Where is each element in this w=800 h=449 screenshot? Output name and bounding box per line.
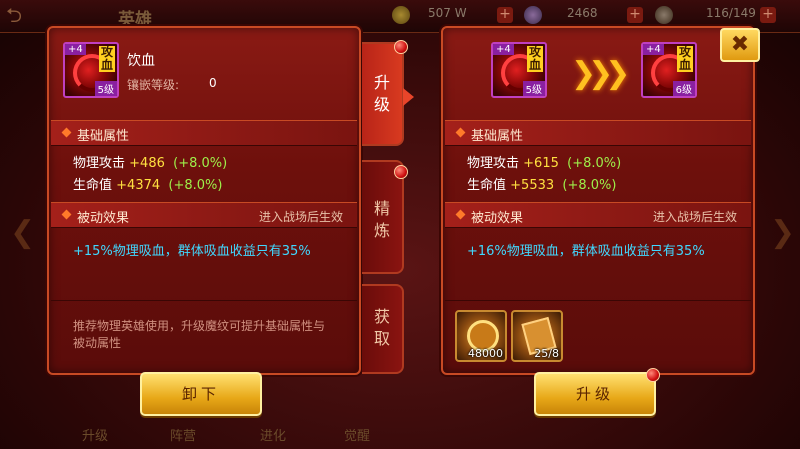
stat-value: +615 [523, 156, 559, 171]
diamond-bullet-icon [455, 209, 466, 220]
bottom-tabs: 升级 阵营 进化 觉醒 [60, 425, 400, 449]
bottom-tab[interactable]: 升级 [82, 425, 108, 444]
add-diamond-button[interactable]: + [627, 7, 643, 23]
rune-level: 5级 [522, 81, 545, 96]
rune-tag: 攻血 [677, 45, 693, 72]
rune-tag: 攻血 [99, 45, 115, 72]
stat-pct: (+8.0%) [567, 156, 622, 171]
upgrade-button[interactable]: 升级 [534, 372, 656, 416]
current-rune-panel: +4 攻血 5级 饮血 镶嵌等级: 0 基础属性 物理攻击 +486 (+8.0… [47, 26, 361, 375]
tab-label: 获取 [373, 307, 390, 348]
stat-value: +5533 [510, 178, 555, 193]
stat-row: 物理攻击 +486 (+8.0%) [73, 152, 227, 171]
rune-level: 5级 [94, 81, 117, 96]
material-qty: 25/8 [534, 347, 559, 360]
gold-coin-icon [392, 6, 410, 24]
tab-obtain[interactable]: 获取 [362, 284, 404, 374]
rune-icon: +4 攻血 5级 [63, 42, 119, 98]
gold-amount: 507 W [428, 6, 467, 20]
energy-amount: 116/149 [706, 6, 756, 20]
tab-upgrade[interactable]: 升级 [362, 42, 404, 146]
rune-tag: 攻血 [527, 45, 543, 72]
rune-plus: +4 [493, 44, 514, 55]
rune-plus: +4 [65, 44, 86, 55]
stat-row: 生命值 +5533 (+8.0%) [467, 174, 616, 193]
rune-level: 6级 [672, 81, 695, 96]
rune-from-icon: +4 攻血 5级 [491, 42, 547, 98]
passive-hint: 进入战场后生效 [258, 210, 343, 224]
active-tab-pointer-icon [403, 88, 414, 106]
passive-hint: 进入战场后生效 [652, 210, 737, 224]
stat-value: +4374 [116, 178, 161, 193]
diamond-icon [524, 6, 542, 24]
tab-label: 升级 [373, 73, 390, 114]
passive-effect-header: 被动效果 进入战场后生效 [445, 202, 751, 228]
notification-dot [394, 40, 408, 54]
stat-label: 物理攻击 [467, 156, 520, 171]
diamond-bullet-icon [455, 127, 466, 138]
stat-row: 物理攻击 +615 (+8.0%) [467, 152, 621, 171]
diamond-bullet-icon [61, 127, 72, 138]
section-title: 基础属性 [77, 129, 130, 144]
close-icon[interactable]: ✖ [720, 28, 760, 62]
stat-label: 物理攻击 [73, 156, 126, 171]
stat-value: +486 [129, 156, 165, 171]
stat-label: 生命值 [467, 178, 507, 193]
unequip-button[interactable]: 卸下 [140, 372, 262, 416]
rune-plus: +4 [643, 44, 664, 55]
upgrade-arrow-icon: ❯❯❯ [571, 56, 630, 91]
passive-effect-text: +16%物理吸血，群体吸血收益只有35% [467, 244, 705, 259]
rune-name: 饮血 [127, 53, 155, 69]
inlay-level-label: 镶嵌等级: [127, 78, 180, 92]
section-title: 被动效果 [471, 211, 524, 226]
divider [51, 300, 357, 301]
rune-to-icon: +4 攻血 6级 [641, 42, 697, 98]
diamond-amount: 2468 [567, 6, 598, 20]
basic-attributes-header: 基础属性 [445, 120, 751, 146]
rune-description: 推荐物理英雄使用，升级魔纹可提升基础属性与被动属性 [73, 319, 326, 350]
diamond-bullet-icon [61, 209, 72, 220]
stat-label: 生命值 [73, 178, 113, 193]
section-title: 基础属性 [471, 129, 524, 144]
section-title: 被动效果 [77, 211, 130, 226]
passive-effect-header: 被动效果 进入战场后生效 [51, 202, 357, 228]
passive-effect-text: +15%物理吸血，群体吸血收益只有35% [73, 244, 311, 259]
basic-attributes-header: 基础属性 [51, 120, 357, 146]
add-energy-button[interactable]: + [760, 7, 776, 23]
back-arrow-icon[interactable]: ⮌ [6, 4, 46, 26]
stat-pct: (+8.0%) [173, 156, 228, 171]
energy-icon [655, 6, 673, 24]
inlay-level-value: 0 [209, 76, 217, 90]
stat-pct: (+8.0%) [168, 178, 223, 193]
scroll-icon[interactable]: 25/8 [511, 310, 563, 362]
divider [445, 300, 751, 301]
upgrade-preview-panel: +4 攻血 5级 ❯❯❯ +4 攻血 6级 基础属性 物理攻击 +615 (+8… [441, 26, 755, 375]
add-gold-button[interactable]: + [497, 7, 513, 23]
material-qty: 48000 [468, 347, 503, 360]
bottom-tab[interactable]: 觉醒 [344, 425, 370, 444]
notification-dot [394, 165, 408, 179]
notification-dot [646, 368, 660, 382]
stat-row: 生命值 +4374 (+8.0%) [73, 174, 222, 193]
bottom-tab[interactable]: 进化 [260, 425, 286, 444]
tab-label: 精炼 [373, 199, 390, 240]
next-arrow-icon[interactable]: ❯ [770, 215, 795, 250]
gold-coin-icon[interactable]: 48000 [455, 310, 507, 362]
stat-pct: (+8.0%) [562, 178, 617, 193]
prev-arrow-icon[interactable]: ❮ [10, 215, 35, 250]
bottom-tab[interactable]: 阵营 [170, 425, 196, 444]
